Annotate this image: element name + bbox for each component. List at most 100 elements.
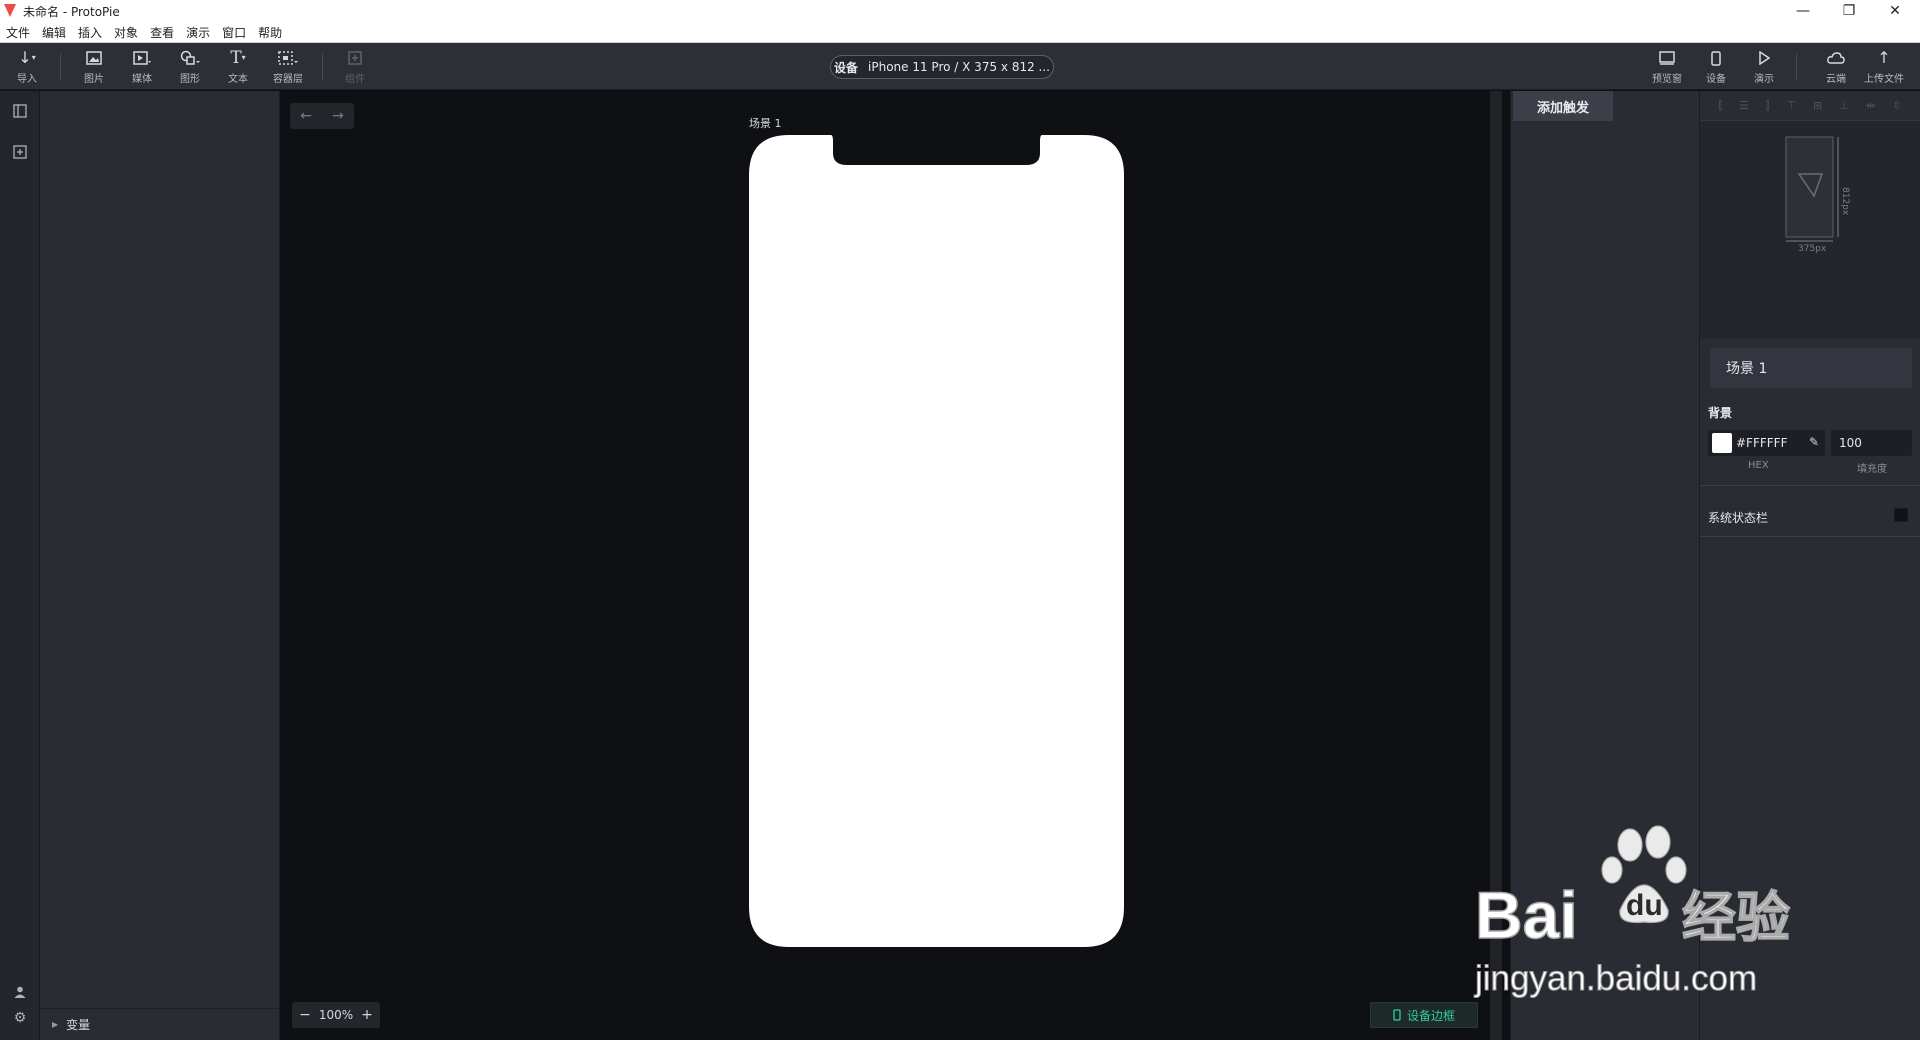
shape-icon xyxy=(180,48,200,68)
watermark-url: jingyan.baidu.com xyxy=(1474,959,1757,998)
present-button[interactable]: 演示 xyxy=(1742,43,1786,90)
preview-width-label: 375px xyxy=(1798,244,1827,254)
device-button[interactable]: 设备 xyxy=(1694,43,1738,90)
hex-value: #FFFFFF xyxy=(1736,436,1788,450)
menu-file[interactable]: 文件 xyxy=(6,24,30,41)
cloud-button[interactable]: 云端 xyxy=(1814,43,1858,90)
component-label: 组件 xyxy=(345,74,365,85)
add-scene-icon[interactable] xyxy=(10,142,30,162)
import-label: 导入 xyxy=(17,74,37,85)
menu-help[interactable]: 帮助 xyxy=(258,24,282,41)
layers-panel: ▶ 变量 xyxy=(40,91,280,1040)
scene-preview: 812px 375px xyxy=(1700,121,1920,339)
image-label: 图片 xyxy=(84,74,104,85)
device-frame-icon xyxy=(1393,1009,1401,1021)
menu-insert[interactable]: 插入 xyxy=(78,24,102,41)
color-swatch[interactable] xyxy=(1712,433,1732,453)
background-hex-input[interactable]: #FFFFFF ✎ xyxy=(1708,430,1825,456)
import-button[interactable]: ↓ ▾ 导入 xyxy=(5,43,49,90)
shape-label: 图形 xyxy=(180,74,200,85)
device-frame-label: 设备边框 xyxy=(1406,1008,1455,1023)
menu-bar: 文件 编辑 插入 对象 查看 演示 窗口 帮助 xyxy=(0,22,1920,43)
import-icon: ↓ ▾ xyxy=(18,48,36,67)
opacity-input[interactable]: 100 xyxy=(1831,430,1912,456)
align-left-icon[interactable]: ⫿ xyxy=(1719,99,1723,113)
image-button[interactable]: 图片 xyxy=(72,43,116,90)
protopie-logo-icon xyxy=(4,4,16,17)
scene-navigation: ← → xyxy=(290,103,354,129)
align-right-icon[interactable]: ⫿ xyxy=(1766,99,1770,113)
device-select-value: iPhone 11 Pro / X 375 x 812 ... xyxy=(868,60,1050,74)
settings-gear-icon[interactable]: ⚙ xyxy=(10,1008,30,1028)
align-top-icon[interactable]: ⊤ xyxy=(1786,99,1796,112)
device-icon xyxy=(1711,48,1721,68)
canvas[interactable]: ← → 场景 1 − 100% + 设备边框 xyxy=(280,91,1490,1040)
forward-arrow-icon[interactable]: → xyxy=(322,103,354,129)
add-trigger-button[interactable]: 添加触发 xyxy=(1513,91,1613,121)
align-center-h-icon[interactable]: ☰ xyxy=(1739,99,1749,112)
user-icon[interactable] xyxy=(10,982,30,1002)
device-frame-toggle[interactable]: 设备边框 xyxy=(1370,1002,1478,1028)
window-title: 未命名 - ProtoPie xyxy=(23,5,120,19)
shape-button[interactable]: 图形 xyxy=(168,43,212,90)
upload-icon: ↑ xyxy=(1877,48,1891,67)
component-button[interactable]: 组件 xyxy=(333,43,377,90)
container-button[interactable]: 容器层 xyxy=(266,43,310,90)
divider xyxy=(1700,536,1920,537)
media-button[interactable]: 媒体 xyxy=(120,43,164,90)
image-icon xyxy=(86,48,102,68)
preview-window-button[interactable]: 预览窗 xyxy=(1645,43,1689,90)
scene-label: 场景 1 xyxy=(749,117,782,130)
back-arrow-icon[interactable]: ← xyxy=(290,103,322,129)
left-icon-strip: ⚙ xyxy=(0,91,40,1040)
text-label: 文本 xyxy=(228,74,248,85)
present-label: 演示 xyxy=(1754,74,1774,85)
align-toolbar: ⫿ ☰ ⫿ ⊤ ⊞ ⊥ ⇹ ⇳ xyxy=(1700,91,1920,121)
distribute-h-icon[interactable]: ⇹ xyxy=(1866,99,1875,112)
variables-section[interactable]: ▶ 变量 xyxy=(40,1008,280,1040)
divider xyxy=(1700,485,1920,486)
watermark-cn: 经验 xyxy=(1682,886,1790,949)
eyedropper-icon[interactable]: ✎ xyxy=(1809,435,1819,449)
distribute-v-icon[interactable]: ⇳ xyxy=(1892,99,1901,112)
component-icon xyxy=(348,48,362,68)
phone-artboard[interactable] xyxy=(749,135,1124,947)
device-select[interactable]: 设备 iPhone 11 Pro / X 375 x 812 ... xyxy=(830,55,1054,79)
menu-window[interactable]: 窗口 xyxy=(222,24,246,41)
opacity-caption: 填充度 xyxy=(1857,464,1887,475)
background-label: 背景 xyxy=(1708,406,1733,420)
upload-button[interactable]: ↑ 上传文件 xyxy=(1862,43,1906,90)
container-label: 容器层 xyxy=(273,74,303,85)
minimize-icon[interactable]: — xyxy=(1780,0,1826,22)
cloud-icon xyxy=(1827,48,1845,68)
title-bar: 未命名 - ProtoPie — ❐ ✕ xyxy=(0,0,1920,22)
menu-present[interactable]: 演示 xyxy=(186,24,210,41)
preview-window-label: 预览窗 xyxy=(1652,74,1682,85)
container-icon xyxy=(278,48,298,68)
status-bar-label: 系统状态栏 xyxy=(1708,511,1769,525)
media-icon xyxy=(133,48,151,68)
align-bottom-icon[interactable]: ⊥ xyxy=(1839,99,1849,112)
text-button[interactable]: T ▾ 文本 xyxy=(216,43,260,90)
zoom-in-button[interactable]: + xyxy=(360,1007,374,1023)
device-select-key: 设备 xyxy=(834,60,859,75)
scene-name-input[interactable]: 场景 1 xyxy=(1710,348,1912,388)
device-label: 设备 xyxy=(1706,74,1726,85)
status-bar-checkbox[interactable] xyxy=(1894,508,1908,522)
watermark-brand2: du xyxy=(1626,889,1663,922)
play-icon xyxy=(1758,48,1770,68)
watermark-brand: Bai xyxy=(1475,878,1578,952)
upload-label: 上传文件 xyxy=(1864,74,1904,85)
zoom-level[interactable]: 100% xyxy=(319,1008,353,1022)
baidu-watermark: Bai du 经验 jingyan.baidu.com xyxy=(1474,825,1791,999)
menu-edit[interactable]: 编辑 xyxy=(42,24,66,41)
layers-panel-toggle-icon[interactable] xyxy=(10,101,30,121)
close-icon[interactable]: ✕ xyxy=(1872,0,1918,22)
restore-icon[interactable]: ❐ xyxy=(1826,0,1872,22)
menu-view[interactable]: 查看 xyxy=(150,24,174,41)
zoom-out-button[interactable]: − xyxy=(298,1007,312,1023)
menu-object[interactable]: 对象 xyxy=(114,24,138,41)
align-middle-icon[interactable]: ⊞ xyxy=(1813,99,1822,112)
variables-label: 变量 xyxy=(66,1018,91,1032)
zoom-control: − 100% + xyxy=(292,1002,380,1028)
